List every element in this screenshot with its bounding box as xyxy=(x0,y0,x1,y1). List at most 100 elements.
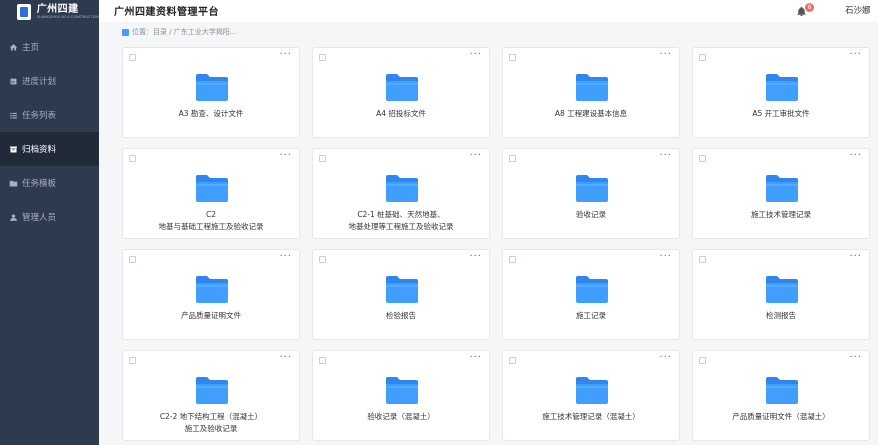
folder-label: C2-2 地下结构工程（混凝土） 施工及验收记录 xyxy=(159,412,263,433)
folder-card[interactable]: ··· 验收记录（混凝土） xyxy=(312,350,490,441)
folder-card[interactable]: ··· 验收记录 xyxy=(502,148,680,239)
breadcrumb: 位置：目录 / 广东工业大学揭阳... xyxy=(122,27,236,37)
folder-label: 产品质量证明文件（混凝土） xyxy=(732,412,830,421)
calendar-icon xyxy=(8,76,18,86)
folder-card[interactable]: ··· 检测报告 xyxy=(692,249,870,340)
more-icon[interactable]: ··· xyxy=(469,252,482,262)
select-checkbox[interactable] xyxy=(319,357,326,364)
select-checkbox[interactable] xyxy=(319,155,326,162)
folder-card[interactable]: ··· A3 勘查、设计文件 xyxy=(122,47,300,138)
folder-icon xyxy=(765,375,799,405)
folder-label: 施工技术管理记录 xyxy=(751,210,811,219)
sidebar-nav: 主页进度计划 任务列表归档资料任务模板管理人员 xyxy=(0,30,99,234)
folder-card[interactable]: ··· 产品质量证明文件 xyxy=(122,249,300,340)
folder-icon xyxy=(575,274,609,304)
select-checkbox[interactable] xyxy=(129,54,136,61)
select-checkbox[interactable] xyxy=(699,155,706,162)
select-checkbox[interactable] xyxy=(509,357,516,364)
folder-icon xyxy=(195,375,229,405)
more-icon[interactable]: ··· xyxy=(659,151,672,161)
folder-label: A8 工程建设基本信息 xyxy=(554,109,628,118)
folder-icon xyxy=(195,274,229,304)
select-checkbox[interactable] xyxy=(319,256,326,263)
folder-icon xyxy=(575,173,609,203)
folder-label: 施工记录 xyxy=(576,311,606,320)
sidebar-item-label: 归档资料 xyxy=(22,145,57,155)
sidebar-item-label: 管理人员 xyxy=(22,213,57,223)
more-icon[interactable]: ··· xyxy=(849,151,862,161)
folder-card[interactable]: ··· 产品质量证明文件（混凝土） xyxy=(692,350,870,441)
more-icon[interactable]: ··· xyxy=(849,353,862,363)
more-icon[interactable]: ··· xyxy=(849,252,862,262)
breadcrumb-text[interactable]: 位置：目录 / 广东工业大学揭阳... xyxy=(132,27,236,37)
folder-card[interactable]: ··· A4 招投标文件 xyxy=(312,47,490,138)
folder-card[interactable]: ··· 施工记录 xyxy=(502,249,680,340)
folder-card[interactable]: ··· A5 开工审批文件 xyxy=(692,47,870,138)
more-icon[interactable]: ··· xyxy=(659,50,672,60)
sidebar-item-5[interactable]: 管理人员 xyxy=(0,200,99,234)
folder-grid: ··· A3 勘查、设计文件 ··· A4 招投标文件 ··· A8 工程建设基本信息 ··… xyxy=(122,47,870,441)
sidebar-item-label: 主页 xyxy=(22,43,40,53)
sidebar-item-3[interactable]: 归档资料 xyxy=(0,132,99,166)
folder-label: 验收记录（混凝土） xyxy=(367,412,435,421)
folder-card[interactable]: ··· 施工技术管理记录 xyxy=(692,148,870,239)
logo-icon xyxy=(17,4,31,20)
select-checkbox[interactable] xyxy=(509,155,516,162)
select-checkbox[interactable] xyxy=(509,54,516,61)
folder-card[interactable]: ··· A8 工程建设基本信息 xyxy=(502,47,680,138)
folder-icon xyxy=(385,274,419,304)
more-icon[interactable]: ··· xyxy=(279,252,292,262)
folder-card[interactable]: ··· 检验报告 xyxy=(312,249,490,340)
folder-label: C2-1 桩基础、天然地基、 地基处理等工程施工及验收记录 xyxy=(348,210,454,231)
select-checkbox[interactable] xyxy=(699,54,706,61)
folder-icon xyxy=(575,72,609,102)
sidebar-item-4[interactable]: 任务模板 xyxy=(0,166,99,200)
select-checkbox[interactable] xyxy=(319,54,326,61)
sidebar-item-1[interactable]: 进度计划 xyxy=(0,64,99,98)
sidebar-item-label: 任务模板 xyxy=(22,179,57,189)
more-icon[interactable]: ··· xyxy=(659,353,672,363)
more-icon[interactable]: ··· xyxy=(279,353,292,363)
more-icon[interactable]: ··· xyxy=(849,50,862,60)
select-checkbox[interactable] xyxy=(699,256,706,263)
list-icon xyxy=(8,110,18,120)
folder-card[interactable]: ··· C2 地基与基础工程施工及验收记录 xyxy=(122,148,300,239)
select-checkbox[interactable] xyxy=(129,155,136,162)
home-icon xyxy=(8,42,18,52)
folder-icon xyxy=(575,375,609,405)
folder-icon xyxy=(765,72,799,102)
location-icon xyxy=(122,28,129,36)
more-icon[interactable]: ··· xyxy=(469,50,482,60)
folder-card[interactable]: ··· C2-1 桩基础、天然地基、 地基处理等工程施工及验收记录 xyxy=(312,148,490,239)
top-header: 广州四建资料管理平台 6 石沙娜 xyxy=(99,0,878,22)
more-icon[interactable]: ··· xyxy=(279,50,292,60)
select-checkbox[interactable] xyxy=(129,256,136,263)
logo[interactable]: 广州四建 GUANGZHOU NO.4 CONSTRUCTION xyxy=(0,0,99,24)
more-icon[interactable]: ··· xyxy=(659,252,672,262)
folder-card[interactable]: ··· C2-2 地下结构工程（混凝土） 施工及验收记录 xyxy=(122,350,300,441)
more-icon[interactable]: ··· xyxy=(279,151,292,161)
folder-label: 验收记录 xyxy=(576,210,606,219)
folder-icon xyxy=(385,375,419,405)
user-icon xyxy=(8,212,18,222)
sidebar: 广州四建 GUANGZHOU NO.4 CONSTRUCTION 主页 进度计划任… xyxy=(0,0,99,445)
folder-icon xyxy=(8,178,18,188)
folder-icon xyxy=(765,173,799,203)
folder-label: 检测报告 xyxy=(766,311,796,320)
brand-subtitle: GUANGZHOU NO.4 CONSTRUCTION xyxy=(36,14,99,19)
select-checkbox[interactable] xyxy=(699,357,706,364)
folder-label: A3 勘查、设计文件 xyxy=(178,109,244,118)
select-checkbox[interactable] xyxy=(129,357,136,364)
user-name[interactable]: 石沙娜 xyxy=(845,4,871,16)
more-icon[interactable]: ··· xyxy=(469,151,482,161)
folder-card[interactable]: ··· 施工技术管理记录（混凝土） xyxy=(502,350,680,441)
folder-label: A5 开工审批文件 xyxy=(752,109,810,118)
select-checkbox[interactable] xyxy=(509,256,516,263)
archive-icon xyxy=(8,144,18,154)
sidebar-item-0[interactable]: 主页 xyxy=(0,30,99,64)
notification-badge: 6 xyxy=(805,3,814,12)
notification-button[interactable]: 6 xyxy=(796,2,814,17)
sidebar-item-2[interactable]: 任务列表 xyxy=(0,98,99,132)
more-icon[interactable]: ··· xyxy=(469,353,482,363)
folder-icon xyxy=(765,274,799,304)
